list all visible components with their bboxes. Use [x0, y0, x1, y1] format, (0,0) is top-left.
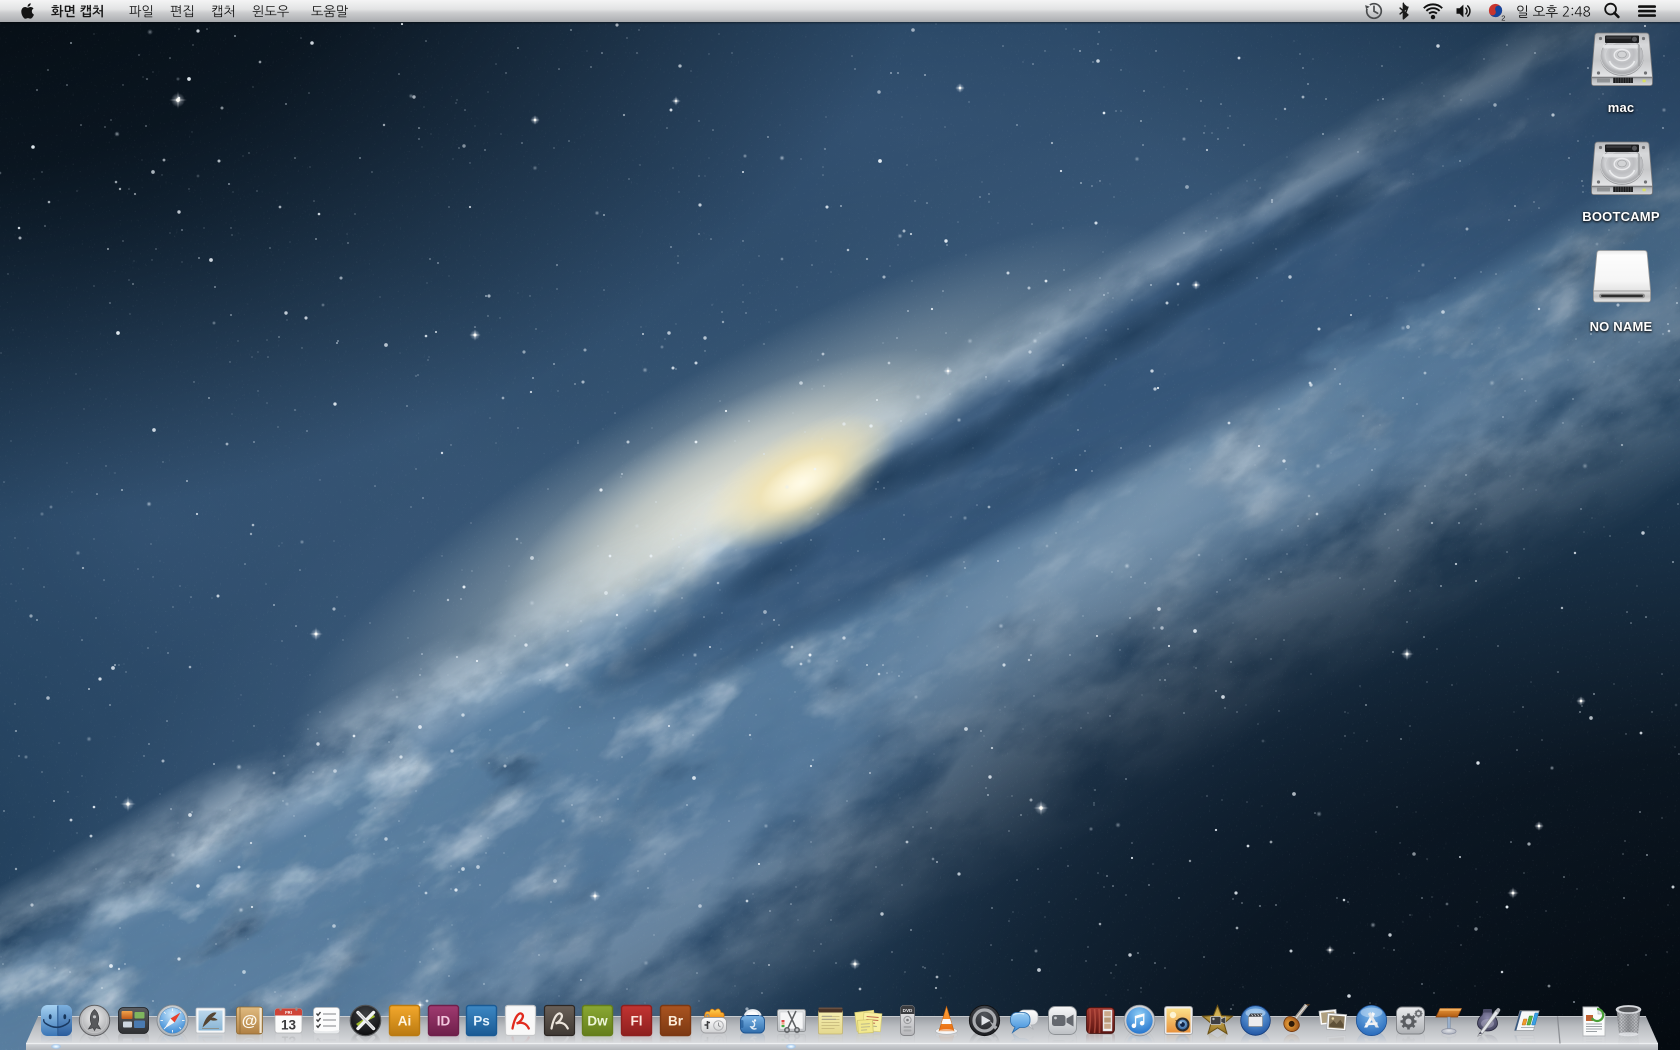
svg-text:FRI: FRI: [285, 1010, 292, 1015]
svg-text:DVD: DVD: [903, 1008, 913, 1013]
svg-text:Br: Br: [668, 1014, 684, 1029]
svg-text:Ps: Ps: [473, 1014, 490, 1029]
svg-text:ID: ID: [436, 1014, 450, 1029]
svg-text:@: @: [242, 1013, 258, 1030]
svg-text:13: 13: [281, 1018, 297, 1033]
svg-text:2: 2: [1501, 13, 1505, 22]
svg-text:Fl: Fl: [631, 1014, 643, 1029]
svg-text:Ai: Ai: [398, 1014, 412, 1029]
svg-text:Dw: Dw: [588, 1014, 609, 1029]
